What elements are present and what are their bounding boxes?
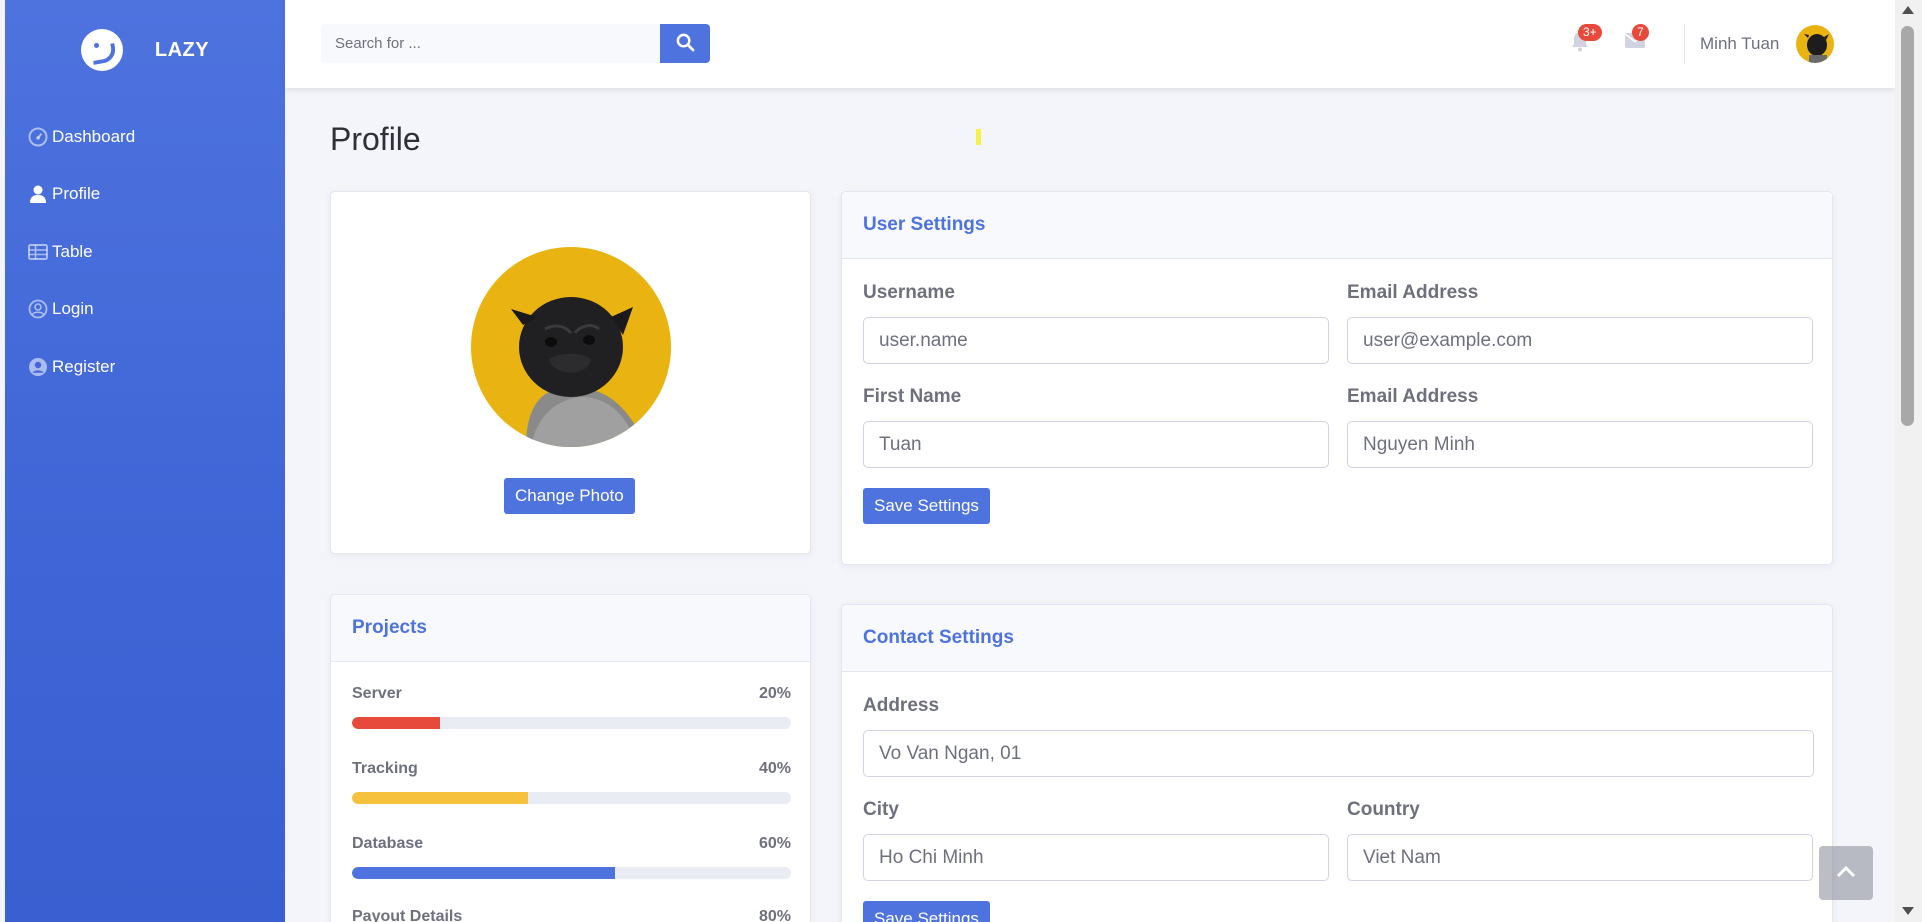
project-name: Payout Details bbox=[352, 908, 463, 922]
scrollbar-thumb[interactable] bbox=[1901, 26, 1914, 426]
progress-bar bbox=[352, 867, 791, 879]
sidebar-item-profile[interactable]: Profile bbox=[5, 166, 285, 224]
address-field: Address bbox=[863, 695, 1814, 777]
search-icon bbox=[676, 33, 695, 55]
address-input[interactable] bbox=[863, 730, 1814, 777]
bell-icon bbox=[1569, 32, 1591, 56]
topbar: 3+ 7 Minh Tuan bbox=[285, 0, 1895, 88]
user-settings-header: User Settings bbox=[842, 192, 1832, 259]
search-bar bbox=[321, 24, 710, 63]
project-percent: 20% bbox=[758, 685, 791, 702]
alerts-count-badge: 3+ bbox=[1578, 24, 1602, 41]
topbar-divider bbox=[1684, 24, 1685, 64]
project-item: Database 60% bbox=[352, 835, 791, 879]
project-item: Tracking 40% bbox=[352, 760, 791, 804]
table-icon bbox=[28, 242, 48, 262]
search-input[interactable] bbox=[321, 24, 660, 63]
progress-fill bbox=[352, 867, 616, 879]
brand-name: LAZY bbox=[154, 38, 210, 61]
alerts-dropdown[interactable]: 3+ bbox=[1569, 24, 1602, 52]
city-field: City bbox=[863, 799, 1329, 881]
project-percent: 80% bbox=[758, 908, 791, 922]
user-settings-card: User Settings Username Email Address Fir… bbox=[841, 191, 1833, 565]
project-name: Tracking bbox=[352, 760, 418, 777]
email-label: Email Address bbox=[1347, 282, 1479, 303]
last-name-field: Email Address bbox=[1347, 386, 1813, 468]
contact-settings-header: Contact Settings bbox=[842, 605, 1832, 672]
progress-bar bbox=[352, 717, 791, 729]
sidebar-item-label: Profile bbox=[52, 184, 101, 204]
projects-card: Projects Server 20% Tracking 40% Databas… bbox=[330, 594, 811, 922]
sidebar-item-label: Table bbox=[52, 241, 93, 261]
messages-count-badge: 7 bbox=[1632, 24, 1649, 41]
first-name-input[interactable] bbox=[863, 421, 1329, 468]
user-circle-solid-icon bbox=[28, 357, 48, 377]
change-photo-button[interactable]: Change Photo bbox=[504, 478, 635, 514]
country-field: Country bbox=[1347, 799, 1813, 881]
project-percent: 60% bbox=[758, 835, 791, 852]
messages-dropdown[interactable]: 7 bbox=[1624, 24, 1649, 52]
project-name: Server bbox=[352, 685, 402, 702]
laugh-wink-icon bbox=[80, 29, 123, 71]
username-field: Username bbox=[863, 282, 1329, 364]
chevron-up-icon bbox=[1836, 864, 1856, 883]
project-item: Server 20% bbox=[352, 685, 791, 729]
last-name-label: Email Address bbox=[1347, 386, 1479, 407]
search-button[interactable] bbox=[660, 24, 710, 63]
country-input[interactable] bbox=[1347, 834, 1813, 881]
username-label: Username bbox=[863, 282, 955, 303]
save-contact-settings-button[interactable]: Save Settings bbox=[863, 901, 990, 922]
city-input[interactable] bbox=[863, 834, 1329, 881]
avatar[interactable] bbox=[1796, 25, 1834, 63]
user-name[interactable]: Minh Tuan bbox=[1700, 34, 1779, 54]
progress-fill bbox=[352, 717, 440, 729]
scroll-down-arrow-icon[interactable] bbox=[1902, 907, 1914, 915]
profile-photo bbox=[471, 247, 671, 447]
sidebar-nav: Dashboard Profile Table Login Register bbox=[5, 108, 285, 396]
profile-photo-card: Change Photo bbox=[330, 191, 811, 554]
sidebar-item-label: Dashboard bbox=[52, 126, 136, 146]
user-circle-icon bbox=[28, 299, 48, 319]
sidebar-item-dashboard[interactable]: Dashboard bbox=[5, 108, 285, 166]
projects-card-header: Projects bbox=[331, 595, 810, 662]
project-name: Database bbox=[352, 835, 424, 852]
sidebar: LAZY Dashboard Profile Table Login Regis… bbox=[5, 0, 285, 922]
scroll-to-top-button[interactable] bbox=[1819, 846, 1873, 900]
sidebar-item-register[interactable]: Register bbox=[5, 338, 285, 396]
scroll-up-arrow-icon[interactable] bbox=[1902, 6, 1914, 14]
save-user-settings-button[interactable]: Save Settings bbox=[863, 488, 990, 524]
first-name-field: First Name bbox=[863, 386, 1329, 468]
sidebar-item-login[interactable]: Login bbox=[5, 281, 285, 339]
sidebar-item-label: Register bbox=[52, 356, 116, 376]
user-icon bbox=[28, 184, 48, 204]
dashboard-icon bbox=[28, 127, 48, 147]
brand[interactable]: LAZY bbox=[5, 0, 285, 100]
address-label: Address bbox=[863, 695, 940, 716]
project-item: Payout Details 80% bbox=[352, 908, 791, 922]
sidebar-item-label: Login bbox=[52, 299, 94, 319]
sidebar-item-table[interactable]: Table bbox=[5, 223, 285, 281]
progress-fill bbox=[352, 792, 528, 804]
email-input[interactable] bbox=[1347, 317, 1813, 364]
progress-bar bbox=[352, 792, 791, 804]
email-field: Email Address bbox=[1347, 282, 1813, 364]
city-label: City bbox=[863, 799, 899, 820]
country-label: Country bbox=[1347, 799, 1420, 820]
first-name-label: First Name bbox=[863, 386, 962, 407]
text-cursor-marker bbox=[976, 129, 981, 145]
last-name-input[interactable] bbox=[1347, 421, 1813, 468]
username-input[interactable] bbox=[863, 317, 1329, 364]
page-title: Profile bbox=[330, 121, 421, 157]
contact-settings-card: Contact Settings Address City Country Sa… bbox=[841, 604, 1833, 922]
project-percent: 40% bbox=[758, 760, 791, 777]
